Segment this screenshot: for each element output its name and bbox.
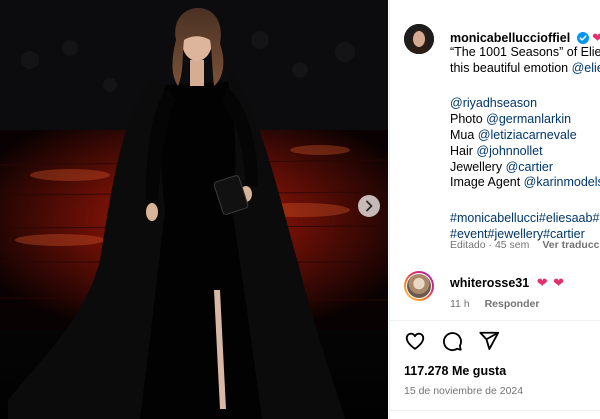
chevron-right-icon [366, 200, 373, 212]
author-avatar[interactable] [404, 24, 434, 54]
heart-emoji-icon: ❤ [592, 30, 600, 45]
comment-time: 11 h [450, 298, 470, 310]
mention-link[interactable]: @elie [572, 61, 600, 75]
caption-text-fragment: this beautiful emotion [450, 60, 572, 75]
hashtag-link[interactable]: #monicabellucci#eliesaab#r [450, 211, 600, 225]
post-image [0, 0, 388, 419]
share-button[interactable] [478, 330, 500, 352]
share-icon [479, 331, 500, 350]
reply-button[interactable]: Responder [485, 298, 540, 310]
divider [390, 410, 600, 411]
caption-text-fragment: Hair [450, 143, 477, 158]
caption-line: #monicabellucci#eliesaab#r [450, 211, 600, 227]
post-date: 15 de noviembre de 2024 [404, 385, 524, 397]
likes-count[interactable]: 117.278 Me gusta [404, 364, 506, 378]
caption-line: Hair @johnnollet [450, 144, 543, 160]
caption-line: Image Agent @karinmodels [450, 175, 600, 191]
caption-line: “The 1001 Seasons” of Elie S [450, 45, 600, 61]
mention-link[interactable]: @johnnollet [476, 144, 542, 158]
caption-line: Jewellery @cartier [450, 160, 553, 176]
commenter-avatar-image [407, 274, 431, 298]
commenter-username[interactable]: whiterosse31 [450, 276, 529, 290]
caption-text-fragment: Image Agent [450, 175, 524, 190]
heart-icon [405, 332, 425, 350]
like-button[interactable] [404, 330, 426, 352]
caption-line: Photo @germanlarkin [450, 112, 571, 128]
heart-emoji-icon: ❤ [553, 275, 564, 290]
author-username[interactable]: monicabelluccioffiel [450, 31, 570, 45]
caption-text-fragment: “The 1001 Seasons” of Elie S [450, 45, 600, 59]
caption-line: Mua @letiziacarnevale [450, 128, 577, 144]
caption-line: @riyadhseason [450, 96, 537, 112]
next-photo-button[interactable] [358, 195, 380, 217]
caption-line: this beautiful emotion @elie [450, 61, 600, 77]
caption-edited-time: Editado · 45 sem [450, 239, 530, 251]
see-translation-link[interactable]: Ver traducció [542, 239, 600, 251]
comments-panel: monicabelluccioffiel ❤ “The 1001 Seasons… [389, 0, 600, 419]
mention-link[interactable]: @letiziacarnevale [478, 128, 577, 142]
caption-meta: Editado · 45 sem Ver traducció [450, 238, 600, 254]
caption-text-fragment: Jewellery [450, 159, 506, 174]
caption-text-fragment: Mua [450, 128, 478, 142]
comment-icon [443, 332, 462, 352]
divider [390, 320, 600, 321]
post-photo[interactable] [0, 0, 388, 419]
comment-row: whiterosse31 ❤ ❤ [450, 275, 564, 292]
mention-link[interactable]: @riyadhseason [450, 96, 537, 110]
mention-link[interactable]: @karinmodels [524, 175, 600, 189]
action-bar [404, 330, 500, 352]
mention-link[interactable]: @germanlarkin [486, 112, 571, 126]
heart-emoji-icon: ❤ [536, 275, 548, 290]
comment-button[interactable] [441, 330, 463, 352]
commenter-avatar[interactable] [404, 271, 434, 301]
mention-link[interactable]: @cartier [506, 160, 553, 174]
author-avatar-image [404, 24, 434, 54]
comment-meta: 11 h Responder [450, 297, 539, 313]
caption-text-fragment: Photo [450, 112, 487, 127]
